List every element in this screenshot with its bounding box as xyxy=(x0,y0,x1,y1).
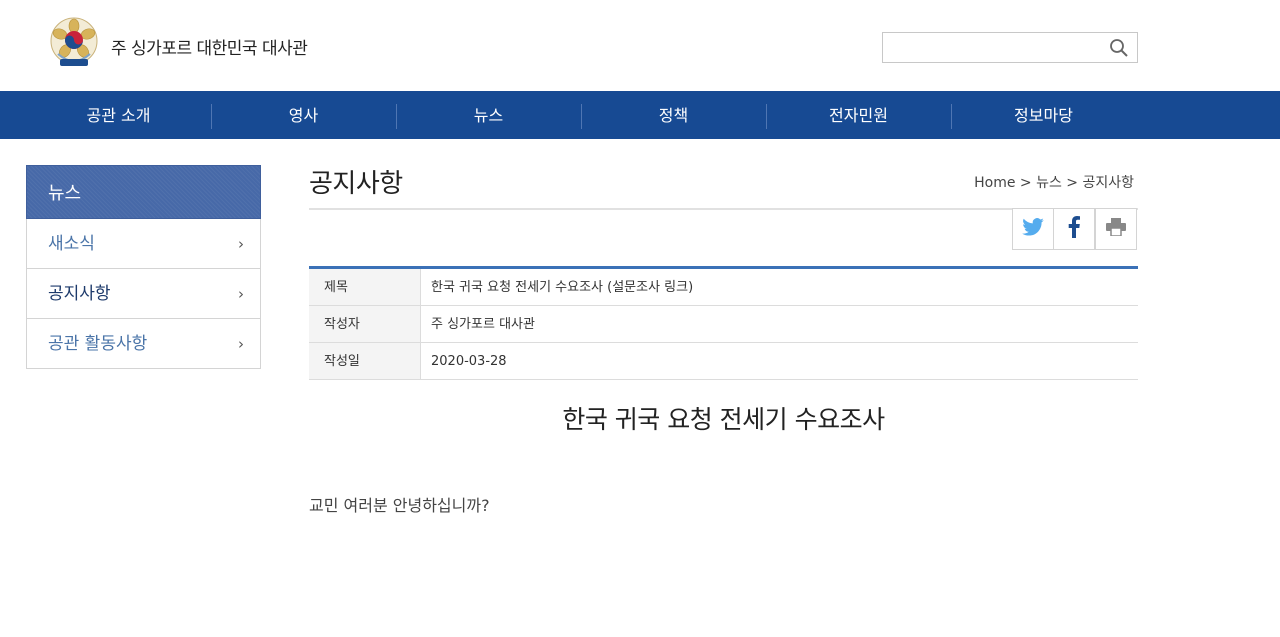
nav-item-consular[interactable]: 영사 xyxy=(211,91,396,139)
sidebar-heading: 뉴스 xyxy=(26,165,261,219)
nav-item-embassy-intro[interactable]: 공관 소개 xyxy=(26,91,211,139)
post-author-value: 주 싱가포르 대사관 xyxy=(431,317,535,332)
search-icon[interactable] xyxy=(1109,38,1129,58)
sidebar-item-notices[interactable]: 공지사항 › xyxy=(26,269,261,319)
site-header: 주 싱가포르 대한민국 대사관 xyxy=(0,0,1280,91)
embassy-emblem-logo[interactable] xyxy=(48,16,100,70)
search-input[interactable] xyxy=(883,33,1103,62)
twitter-icon xyxy=(1022,218,1044,240)
search-box xyxy=(882,32,1138,63)
sidebar-item-label: 새소식 xyxy=(48,234,95,254)
main-nav: 공관 소개 영사 뉴스 정책 전자민원 정보마당 xyxy=(0,91,1280,139)
sidebar-item-label: 공지사항 xyxy=(48,284,111,304)
nav-item-policy[interactable]: 정책 xyxy=(581,91,766,139)
share-twitter-button[interactable] xyxy=(1012,208,1054,250)
post-info-table: 제목 한국 귀국 요청 전세기 수요조사 (설문조사 링크) 작성자 주 싱가포… xyxy=(309,266,1138,380)
page-title: 공지사항 xyxy=(309,169,403,199)
info-label: 작성일 xyxy=(309,343,421,379)
nav-item-info-square[interactable]: 정보마당 xyxy=(951,91,1136,139)
info-label: 작성자 xyxy=(309,306,421,342)
facebook-icon xyxy=(1068,216,1080,242)
sidebar: 뉴스 새소식 › 공지사항 › 공관 활동사항 › xyxy=(26,165,261,369)
table-row: 제목 한국 귀국 요청 전세기 수요조사 (설문조사 링크) xyxy=(309,269,1138,306)
info-label: 제목 xyxy=(309,269,421,305)
chevron-right-icon: › xyxy=(238,235,244,253)
nav-item-news[interactable]: 뉴스 xyxy=(396,91,581,139)
table-row: 작성자 주 싱가포르 대사관 xyxy=(309,306,1138,343)
print-icon xyxy=(1106,218,1126,240)
article-body-text: 교민 여러분 안녕하십니까? xyxy=(309,496,490,515)
share-facebook-button[interactable] xyxy=(1053,208,1095,250)
sidebar-item-news[interactable]: 새소식 › xyxy=(26,219,261,269)
post-title-value: 한국 귀국 요청 전세기 수요조사 (설문조사 링크) xyxy=(431,280,694,295)
nav-item-e-civil-service[interactable]: 전자민원 xyxy=(766,91,951,139)
site-title[interactable]: 주 싱가포르 대한민국 대사관 xyxy=(111,34,308,59)
print-button[interactable] xyxy=(1095,208,1137,250)
breadcrumb[interactable]: Home > 뉴스 > 공지사항 xyxy=(974,172,1134,192)
chevron-right-icon: › xyxy=(238,335,244,353)
post-date-value: 2020-03-28 xyxy=(431,354,507,369)
sidebar-item-activities[interactable]: 공관 활동사항 › xyxy=(26,319,261,369)
chevron-right-icon: › xyxy=(238,285,244,303)
sidebar-item-label: 공관 활동사항 xyxy=(48,334,148,354)
table-row: 작성일 2020-03-28 xyxy=(309,343,1138,380)
article-heading: 한국 귀국 요청 전세기 수요조사 xyxy=(562,405,885,434)
